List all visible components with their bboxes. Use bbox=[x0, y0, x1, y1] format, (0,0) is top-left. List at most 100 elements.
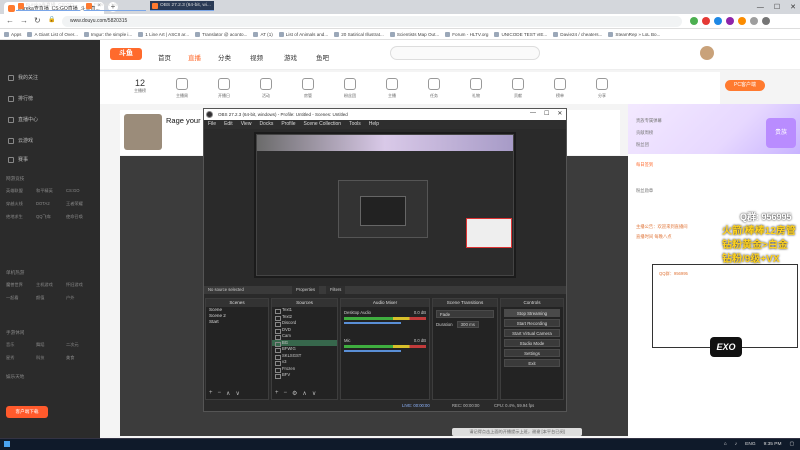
menu-scene-collection[interactable]: Scene Collection bbox=[304, 120, 342, 129]
taskbar-item-obs[interactable]: OBS 27.2.3 (64-bit, wi... bbox=[150, 1, 214, 11]
close-window-button[interactable]: ✕ bbox=[557, 110, 562, 117]
client-download-button[interactable]: 客户端下载 bbox=[6, 406, 48, 418]
category-link[interactable]: 穿越火线 bbox=[6, 201, 36, 207]
bookmark-item[interactable]: Forum - HLTV.org bbox=[445, 31, 488, 37]
category-link[interactable]: 使命召唤 bbox=[66, 214, 96, 220]
minimize-button[interactable]: — bbox=[757, 4, 764, 11]
forward-icon[interactable]: → bbox=[20, 16, 28, 25]
taskbar-item-browser[interactable]: Eureka查直播_CS:GO... bbox=[16, 1, 80, 11]
category-link[interactable]: QQ飞车 bbox=[36, 214, 66, 220]
clock[interactable]: 9:35 PM bbox=[764, 442, 782, 447]
minimize-button[interactable]: — bbox=[530, 110, 536, 117]
volume-slider[interactable] bbox=[344, 350, 402, 352]
move-down-icon[interactable]: ∨ bbox=[235, 390, 239, 397]
source-item[interactable]: BFV bbox=[272, 372, 337, 379]
category-link[interactable]: 怀旧游戏 bbox=[66, 282, 96, 288]
icon-tile[interactable]: 开播日 bbox=[204, 78, 244, 99]
bookmark-item[interactable]: Apps bbox=[4, 31, 21, 37]
sidebar-item-cloud[interactable]: 云游戏 bbox=[8, 137, 33, 144]
properties-button[interactable]: Properties bbox=[292, 286, 320, 294]
streamer-avatar[interactable] bbox=[124, 114, 162, 150]
category-link[interactable]: 主机游戏 bbox=[36, 282, 66, 288]
icon-tile[interactable]: 房管 bbox=[288, 78, 328, 99]
category-link[interactable]: DOTA2 bbox=[36, 201, 66, 207]
category-link[interactable]: 星秀 bbox=[6, 355, 36, 361]
maximize-button[interactable]: ☐ bbox=[774, 3, 780, 11]
icon-tile[interactable]: 分享 bbox=[582, 78, 622, 99]
menu-view[interactable]: View bbox=[241, 120, 252, 129]
menu-edit[interactable]: Edit bbox=[224, 120, 233, 129]
url-input[interactable]: www.douyu.com/5820315 bbox=[62, 16, 682, 27]
reload-icon[interactable]: ↻ bbox=[34, 16, 41, 25]
windows-start-icon[interactable] bbox=[4, 441, 10, 447]
icon-tile[interactable]: 贡献 bbox=[498, 78, 538, 99]
bookmark-item[interactable]: Davie24 / cheaters... bbox=[553, 31, 602, 37]
bookmark-item[interactable]: Imgur: the simple i... bbox=[83, 31, 132, 37]
exit-button[interactable]: Exit bbox=[504, 359, 560, 367]
category-link[interactable]: 科技 bbox=[36, 355, 66, 361]
network-icon[interactable]: ⌂ bbox=[724, 442, 727, 447]
nav-live[interactable]: 直播 bbox=[188, 52, 201, 62]
pc-client-button[interactable]: PC客户端 bbox=[725, 80, 765, 91]
category-link[interactable]: 王者荣耀 bbox=[66, 201, 96, 207]
noble-badge[interactable]: 贵族 bbox=[766, 118, 796, 148]
nav-category[interactable]: 分类 bbox=[218, 52, 231, 62]
icon-tile[interactable]: 礼物 bbox=[456, 78, 496, 99]
extension-icon[interactable] bbox=[738, 17, 746, 25]
volume-icon[interactable]: ♪ bbox=[735, 442, 737, 447]
icon-tile[interactable]: 榜单 bbox=[540, 78, 580, 99]
category-link[interactable]: 舞蹈 bbox=[36, 342, 66, 348]
category-link[interactable]: 魔兽世界 bbox=[6, 282, 36, 288]
notification-icon[interactable]: ▢ bbox=[789, 442, 794, 447]
category-link[interactable]: 英雄联盟 bbox=[6, 188, 36, 194]
extension-icon[interactable] bbox=[726, 17, 734, 25]
bookmark-item[interactable]: SteamRep » LoL Bo... bbox=[608, 31, 660, 37]
site-search-input[interactable] bbox=[390, 46, 540, 60]
extension-icon[interactable] bbox=[690, 17, 698, 25]
scene-item[interactable]: Start bbox=[206, 319, 268, 325]
volume-slider[interactable] bbox=[344, 322, 402, 324]
rank-counter[interactable]: 12 主播榜 bbox=[120, 78, 160, 94]
filters-button[interactable]: Filters bbox=[326, 286, 346, 294]
sidebar-item-events[interactable]: 赛事 bbox=[8, 156, 28, 163]
remove-source-icon[interactable]: − bbox=[284, 390, 288, 397]
bookmark-item[interactable]: A Giant List of Over... bbox=[27, 31, 78, 37]
start-virtual-camera-button[interactable]: Start Virtual Camera bbox=[504, 329, 560, 337]
back-icon[interactable]: ← bbox=[6, 16, 14, 25]
remove-scene-icon[interactable]: − bbox=[218, 390, 222, 397]
extension-icon[interactable] bbox=[714, 17, 722, 25]
nav-yuba[interactable]: 鱼吧 bbox=[316, 52, 329, 62]
category-link[interactable]: 音乐 bbox=[6, 342, 36, 348]
sidebar-item-follow[interactable]: 我的关注 bbox=[8, 74, 38, 81]
transition-select[interactable]: Fade bbox=[436, 310, 494, 318]
settings-button[interactable]: Settings bbox=[504, 349, 560, 357]
category-link[interactable]: CS:GO bbox=[66, 188, 96, 194]
site-logo[interactable]: 斗鱼 bbox=[110, 48, 142, 60]
bookmark-item[interactable]: AT (1) bbox=[253, 31, 273, 37]
taskbar-item-friends[interactable]: Friends List bbox=[84, 1, 146, 11]
category-link[interactable]: 二次元 bbox=[66, 342, 96, 348]
category-link[interactable]: 绝地求生 bbox=[6, 214, 36, 220]
category-link[interactable]: 一起看 bbox=[6, 295, 36, 301]
bookmark-item[interactable]: 1 Line Art | ASCII ar... bbox=[138, 31, 189, 37]
extension-icon[interactable] bbox=[750, 17, 758, 25]
extension-icon[interactable] bbox=[702, 17, 710, 25]
menu-help[interactable]: Help bbox=[369, 120, 379, 129]
profile-avatar-icon[interactable] bbox=[762, 17, 770, 25]
sidebar-item-rank[interactable]: 排行榜 bbox=[8, 95, 33, 102]
studio-mode-button[interactable]: Studio Mode bbox=[504, 339, 560, 347]
category-link[interactable]: 美食 bbox=[66, 355, 96, 361]
lock-icon[interactable]: 🔒 bbox=[48, 16, 55, 23]
category-link[interactable]: 和平精英 bbox=[36, 188, 66, 194]
maximize-button[interactable]: ☐ bbox=[544, 110, 549, 117]
icon-tile[interactable]: 任务 bbox=[414, 78, 454, 99]
icon-tile[interactable]: 活动 bbox=[246, 78, 286, 99]
category-link[interactable]: 颜值 bbox=[36, 295, 66, 301]
duration-input[interactable]: 300 ms bbox=[456, 321, 480, 328]
menu-profile[interactable]: Profile bbox=[281, 120, 295, 129]
move-up-icon[interactable]: ∧ bbox=[302, 390, 306, 397]
move-up-icon[interactable]: ∧ bbox=[226, 390, 230, 397]
language-indicator[interactable]: ENG bbox=[745, 442, 755, 447]
icon-tile[interactable]: 粉丝团 bbox=[330, 78, 370, 99]
icon-tile[interactable]: 主播 bbox=[372, 78, 412, 99]
